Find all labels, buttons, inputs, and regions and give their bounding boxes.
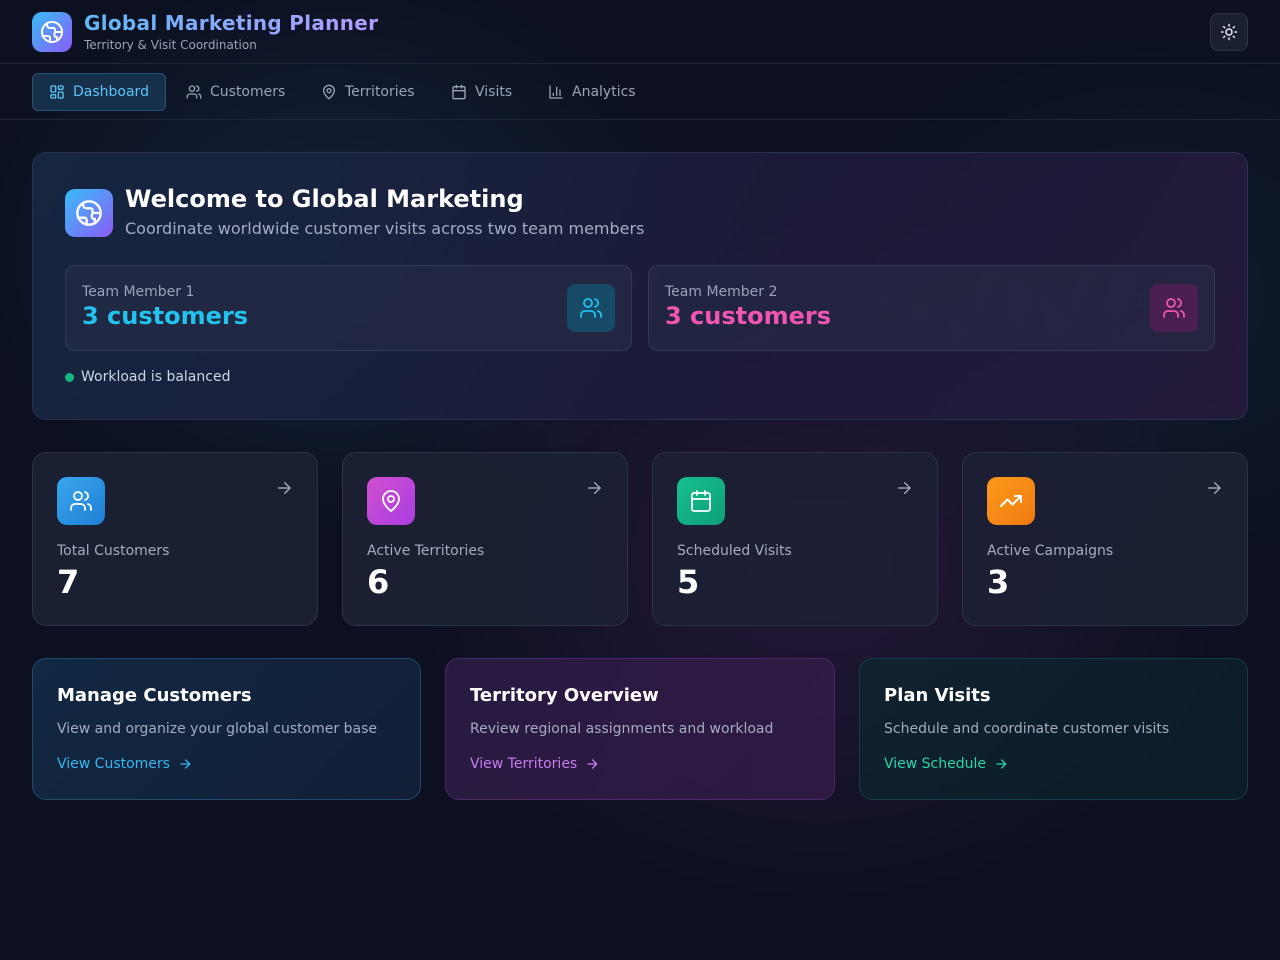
- theme-toggle-button[interactable]: [1210, 13, 1248, 51]
- stat-label: Scheduled Visits: [677, 543, 792, 559]
- stat-label: Active Territories: [367, 543, 485, 559]
- tab-dashboard[interactable]: Dashboard: [32, 73, 166, 111]
- users-icon: [580, 298, 602, 318]
- tab-label: Analytics: [572, 84, 636, 100]
- link-label: View Territories: [470, 756, 578, 772]
- bar-chart-icon: [549, 85, 563, 99]
- globe-icon: [76, 200, 102, 226]
- calendar-icon: [452, 84, 466, 100]
- app-logo[interactable]: [32, 12, 72, 52]
- status-dot: [65, 373, 74, 382]
- welcome-card: Welcome to Global Marketing Coordinate w…: [32, 152, 1248, 420]
- arrow-right-icon[interactable]: [275, 479, 293, 497]
- action-title: Territory Overview: [470, 685, 659, 706]
- users-icon: [186, 85, 202, 99]
- app-subtitle: Territory & Visit Coordination: [84, 38, 257, 52]
- action-title: Manage Customers: [57, 685, 252, 706]
- welcome-title: Welcome to Global Marketing: [125, 185, 524, 213]
- globe-icon: [41, 21, 63, 43]
- tab-label: Customers: [210, 84, 286, 100]
- team-member-1-card: Team Member 1 3 customers: [65, 265, 632, 351]
- stat-value: 5: [677, 563, 700, 601]
- main-nav: Dashboard Customers Territories Visits A…: [0, 64, 1280, 120]
- stat-label: Total Customers: [57, 543, 170, 559]
- arrow-right-icon[interactable]: [585, 479, 603, 497]
- arrow-right-icon: [587, 759, 598, 769]
- team-member-customer-count: 3 customers: [82, 302, 249, 330]
- app-title: Global Marketing Planner: [84, 11, 379, 35]
- stat-value: 7: [57, 563, 80, 601]
- team-member-icon-box: [1150, 284, 1198, 332]
- action-description: Review regional assignments and workload: [470, 721, 774, 737]
- manage-customers-card[interactable]: Manage Customers View and organize your …: [32, 658, 421, 800]
- sun-icon: [1220, 23, 1238, 41]
- welcome-logo: [65, 189, 113, 237]
- territory-overview-card[interactable]: Territory Overview Review regional assig…: [445, 658, 835, 800]
- link-label: View Schedule: [884, 756, 987, 772]
- stat-icon-box: [677, 477, 725, 525]
- welcome-subtitle: Coordinate worldwide customer visits acr…: [125, 219, 645, 238]
- team-member-label: Team Member 2: [665, 284, 778, 300]
- stat-card-total-customers[interactable]: Total Customers 7: [32, 452, 318, 626]
- tab-label: Dashboard: [73, 84, 149, 100]
- team-member-customer-count: 3 customers: [665, 302, 832, 330]
- tab-visits[interactable]: Visits: [435, 73, 528, 111]
- stat-icon-box: [987, 477, 1035, 525]
- stat-card-scheduled-visits[interactable]: Scheduled Visits 5: [652, 452, 938, 626]
- view-territories-link[interactable]: View Territories: [470, 756, 599, 772]
- stat-value: 6: [367, 563, 390, 601]
- app-header: Global Marketing Planner Territory & Vis…: [0, 0, 1280, 64]
- tab-label: Territories: [345, 84, 415, 100]
- workload-status: Workload is balanced: [81, 369, 231, 385]
- stat-icon-box: [57, 477, 105, 525]
- link-label: View Customers: [57, 756, 170, 772]
- stat-icon-box: [367, 477, 415, 525]
- users-icon: [70, 491, 92, 511]
- arrow-right-icon: [996, 759, 1007, 769]
- map-pin-icon: [382, 490, 400, 513]
- action-description: Schedule and coordinate customer visits: [884, 721, 1170, 737]
- arrow-right-icon: [180, 759, 191, 769]
- tab-analytics[interactable]: Analytics: [532, 73, 652, 111]
- team-member-icon-box: [567, 284, 615, 332]
- stat-card-active-campaigns[interactable]: Active Campaigns 3: [962, 452, 1248, 626]
- action-title: Plan Visits: [884, 685, 991, 706]
- tab-territories[interactable]: Territories: [305, 73, 431, 111]
- team-member-label: Team Member 1: [82, 284, 195, 300]
- action-description: View and organize your global customer b…: [57, 721, 378, 737]
- layout-grid-icon: [50, 85, 64, 99]
- stat-value: 3: [987, 563, 1010, 601]
- users-icon: [1163, 298, 1185, 318]
- stat-label: Active Campaigns: [987, 543, 1114, 559]
- calendar-icon: [691, 490, 711, 512]
- arrow-right-icon[interactable]: [895, 479, 913, 497]
- view-schedule-link[interactable]: View Schedule: [884, 756, 1008, 772]
- stat-card-active-territories[interactable]: Active Territories 6: [342, 452, 628, 626]
- view-customers-link[interactable]: View Customers: [57, 756, 192, 772]
- arrow-right-icon[interactable]: [1205, 479, 1223, 497]
- tab-customers[interactable]: Customers: [170, 73, 301, 111]
- team-member-2-card: Team Member 2 3 customers: [648, 265, 1215, 351]
- plan-visits-card[interactable]: Plan Visits Schedule and coordinate cust…: [859, 658, 1248, 800]
- tab-label: Visits: [475, 84, 513, 100]
- trending-up-icon: [1000, 495, 1022, 507]
- map-pin-icon: [322, 84, 336, 100]
